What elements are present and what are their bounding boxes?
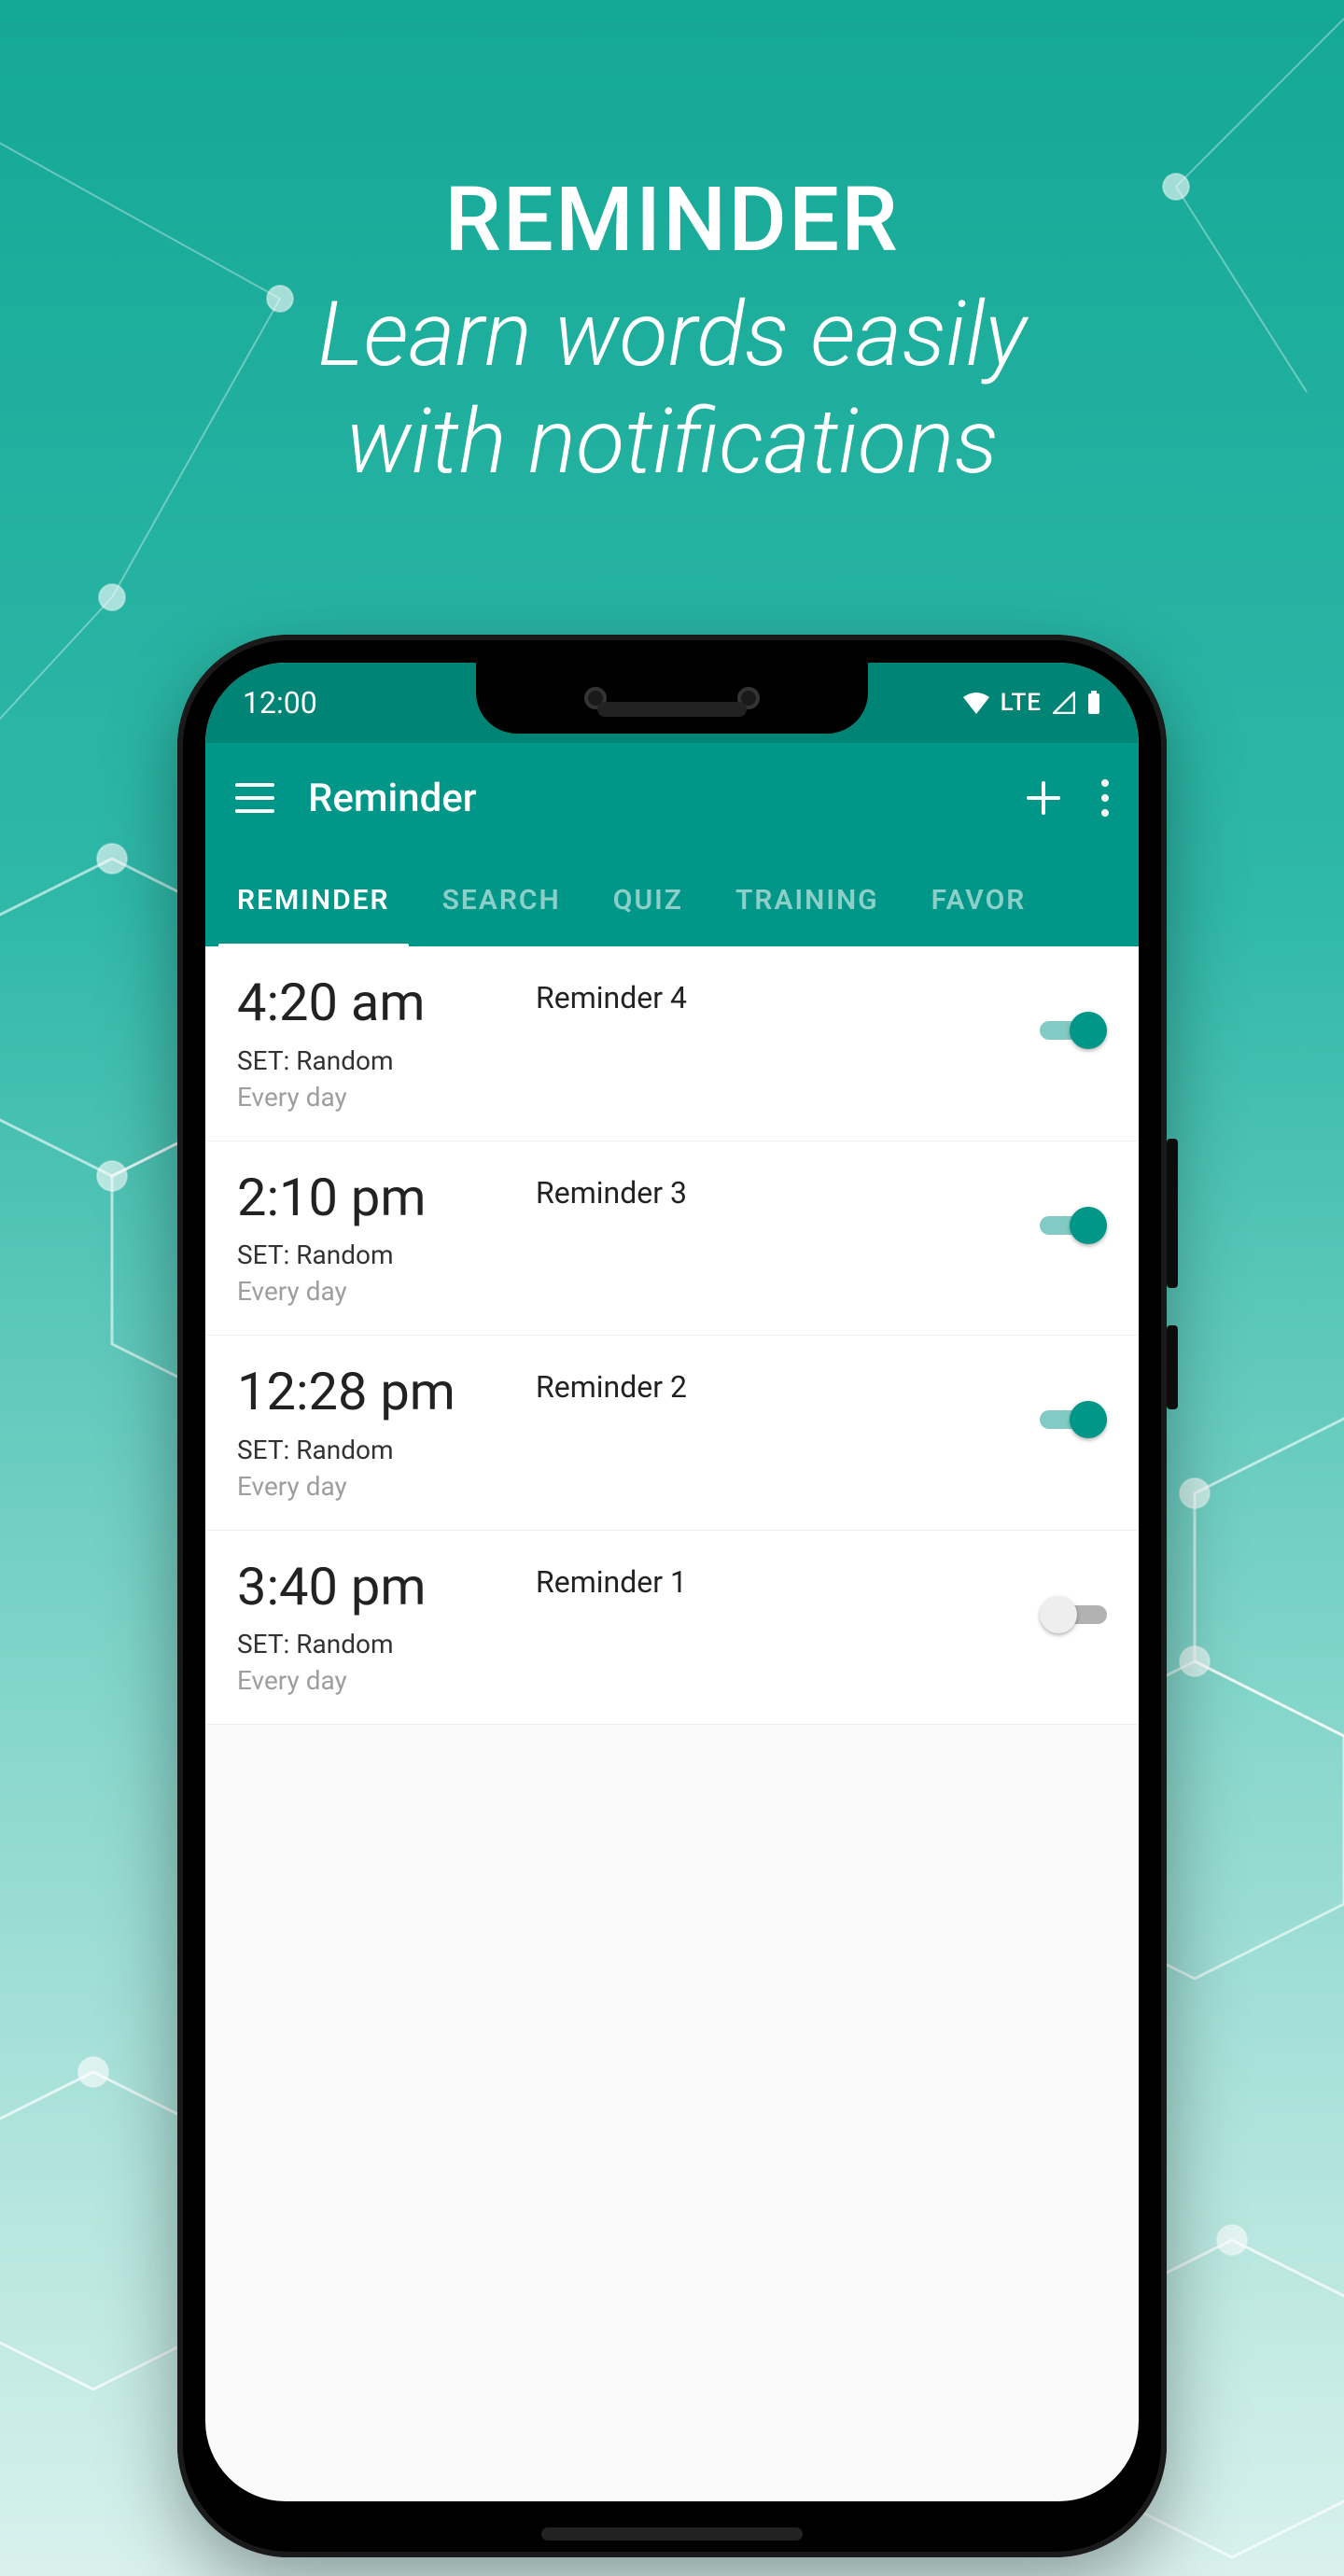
reminder-days: Every day xyxy=(237,1471,517,1502)
tab-label: SEARCH xyxy=(442,884,561,917)
reminder-name: Reminder 1 xyxy=(536,1564,1004,1600)
reminder-name: Reminder 4 xyxy=(536,980,1004,1015)
page-title: Reminder xyxy=(308,776,993,821)
reminder-set: SET: Random xyxy=(237,1045,517,1076)
phone-frame: 12:00 LTE Reminder REMINDER SEARCH QUIZ … xyxy=(177,635,1167,2557)
phone-notch xyxy=(476,663,868,734)
reminder-row[interactable]: 2:10 pm SET: Random Every day Reminder 3 xyxy=(205,1141,1139,1337)
signal-icon xyxy=(1053,692,1075,714)
reminder-set: SET: Random xyxy=(237,1629,517,1659)
earpiece-speaker xyxy=(597,702,747,717)
reminder-row[interactable]: 4:20 am SET: Random Every day Reminder 4 xyxy=(205,946,1139,1141)
phone-power-button xyxy=(1167,1325,1178,1409)
reminder-toggle[interactable] xyxy=(1040,1596,1107,1633)
tab-label: REMINDER xyxy=(237,884,390,917)
promo-subtitle-line2: with notifications xyxy=(345,390,998,495)
reminder-set: SET: Random xyxy=(237,1239,517,1270)
promo-subtitle-line1: Learn words easily xyxy=(317,283,1026,387)
tab-quiz[interactable]: QUIZ xyxy=(587,853,709,946)
phone-screen: 12:00 LTE Reminder REMINDER SEARCH QUIZ … xyxy=(205,663,1139,2501)
reminder-toggle[interactable] xyxy=(1040,1207,1107,1244)
home-indicator xyxy=(541,2527,803,2541)
status-time: 12:00 xyxy=(243,685,317,721)
promo-subtitle: Learn words easily with notifications xyxy=(0,282,1344,497)
overflow-menu-icon[interactable] xyxy=(1101,779,1109,817)
tab-label: TRAINING xyxy=(735,884,879,917)
promo-text-block: REMINDER Learn words easily with notific… xyxy=(0,168,1344,497)
menu-icon[interactable] xyxy=(235,783,274,813)
phone-volume-button xyxy=(1167,1139,1178,1288)
tab-favorites[interactable]: FAVOR xyxy=(905,853,1053,946)
promo-title: REMINDER xyxy=(0,168,1344,273)
reminder-name: Reminder 3 xyxy=(536,1175,1004,1211)
app-bar: Reminder xyxy=(205,743,1139,853)
add-reminder-button[interactable] xyxy=(1027,781,1060,815)
reminder-time: 4:20 am xyxy=(237,974,517,1032)
reminder-time: 12:28 pm xyxy=(237,1364,517,1421)
tab-label: FAVOR xyxy=(931,884,1027,917)
reminder-row[interactable]: 3:40 pm SET: Random Every day Reminder 1 xyxy=(205,1531,1139,1726)
reminder-toggle[interactable] xyxy=(1040,1401,1107,1438)
tab-reminder[interactable]: REMINDER xyxy=(211,853,416,946)
reminder-set: SET: Random xyxy=(237,1435,517,1465)
battery-icon xyxy=(1086,691,1101,715)
reminder-row[interactable]: 12:28 pm SET: Random Every day Reminder … xyxy=(205,1336,1139,1531)
reminder-toggle[interactable] xyxy=(1040,1012,1107,1049)
reminder-days: Every day xyxy=(237,1082,517,1113)
tab-label: QUIZ xyxy=(613,884,683,917)
reminder-days: Every day xyxy=(237,1276,517,1307)
status-network-label: LTE xyxy=(1001,689,1042,717)
reminder-time: 3:40 pm xyxy=(237,1559,517,1617)
reminder-list: 4:20 am SET: Random Every day Reminder 4… xyxy=(205,946,1139,1725)
tab-search[interactable]: SEARCH xyxy=(416,853,587,946)
tab-training[interactable]: TRAINING xyxy=(709,853,905,946)
wifi-icon xyxy=(963,692,989,714)
tab-bar: REMINDER SEARCH QUIZ TRAINING FAVOR xyxy=(205,853,1139,946)
reminder-time: 2:10 pm xyxy=(237,1169,517,1227)
reminder-name: Reminder 2 xyxy=(536,1369,1004,1405)
reminder-days: Every day xyxy=(237,1665,517,1696)
